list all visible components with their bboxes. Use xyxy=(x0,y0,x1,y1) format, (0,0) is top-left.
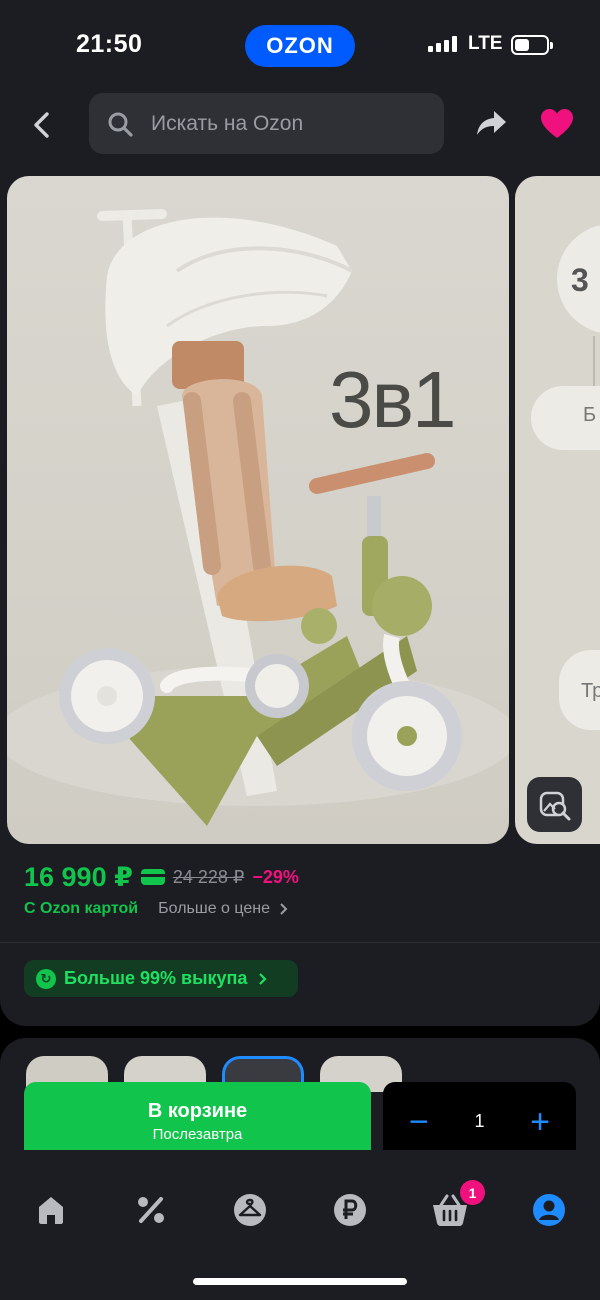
next-photo-text-1: 3 xyxy=(571,262,589,298)
tricycle-illustration xyxy=(7,209,509,826)
buyout-badge[interactable]: ↻ Больше 99% выкупа xyxy=(24,960,298,997)
search-icon xyxy=(108,112,133,137)
tab-finance[interactable] xyxy=(330,1190,370,1230)
heart-icon[interactable] xyxy=(540,108,574,140)
battery-icon xyxy=(511,35,553,55)
discount-badge: −29% xyxy=(252,866,299,887)
tab-sales[interactable] xyxy=(131,1190,171,1230)
chevron-right-icon xyxy=(280,903,288,915)
hanger-icon xyxy=(234,1194,266,1226)
product-photo[interactable]: 3в1 xyxy=(7,176,509,844)
next-photo-text-3: Тр xyxy=(581,680,600,702)
home-indicator xyxy=(193,1278,407,1285)
ruble-icon xyxy=(334,1194,366,1226)
image-search-icon xyxy=(539,791,570,820)
next-photo-text-2: Б xyxy=(583,404,597,426)
home-icon xyxy=(39,1197,63,1224)
current-price: 16 990 ₽ xyxy=(24,861,133,892)
search-placeholder: Искать на Ozon xyxy=(151,111,304,135)
ozon-card-label: С Ozon картой xyxy=(24,900,139,917)
next-photo-divider xyxy=(593,336,595,386)
ozon-card-icon xyxy=(140,869,165,885)
image-search-button[interactable] xyxy=(527,777,582,832)
tab-fresh[interactable] xyxy=(230,1190,270,1230)
buyout-icon: ↻ xyxy=(36,968,56,989)
in-cart-label: В корзине xyxy=(147,1100,248,1122)
cart-count-badge: 1 xyxy=(460,1180,485,1205)
buyout-label: Больше 99% выкупа xyxy=(64,968,248,988)
decrease-button[interactable]: − xyxy=(409,1105,429,1139)
product-card: 3в1 3 Б Тр 16 990 ₽ 24 228 ₽ −29% С Ozon… xyxy=(0,170,600,1026)
profile-icon xyxy=(533,1194,565,1226)
divider xyxy=(0,942,600,943)
more-about-price-link[interactable]: Больше о цене xyxy=(158,900,270,918)
search-header: Искать на Ozon xyxy=(0,92,600,170)
tab-bar: 1 xyxy=(0,1150,600,1300)
network-type: LTE xyxy=(468,33,503,54)
status-bar: 21:50 OZON LTE xyxy=(0,0,600,92)
signal-icon xyxy=(428,36,457,52)
delivery-label: Послезавтра xyxy=(152,1126,243,1143)
next-product-photo[interactable]: 3 Б Тр xyxy=(515,176,600,844)
product-image-caption: 3в1 xyxy=(329,355,456,444)
clock: 21:50 xyxy=(76,30,143,58)
share-icon[interactable] xyxy=(474,106,508,140)
old-price: 24 228 ₽ xyxy=(172,866,245,887)
increase-button[interactable]: + xyxy=(530,1105,550,1139)
quantity-value: 1 xyxy=(474,1111,485,1131)
ozon-logo-pill[interactable]: OZON xyxy=(245,25,355,67)
percent-icon xyxy=(138,1197,164,1223)
price-subtitle: С Ozon картой Больше о цене xyxy=(24,900,288,918)
tab-home[interactable] xyxy=(31,1190,71,1230)
chevron-right-icon xyxy=(259,972,267,985)
back-chevron-icon[interactable] xyxy=(26,108,60,142)
tab-profile[interactable] xyxy=(529,1190,569,1230)
search-input[interactable]: Искать на Ozon xyxy=(89,93,444,154)
price-row: 16 990 ₽ 24 228 ₽ −29% xyxy=(24,860,299,894)
